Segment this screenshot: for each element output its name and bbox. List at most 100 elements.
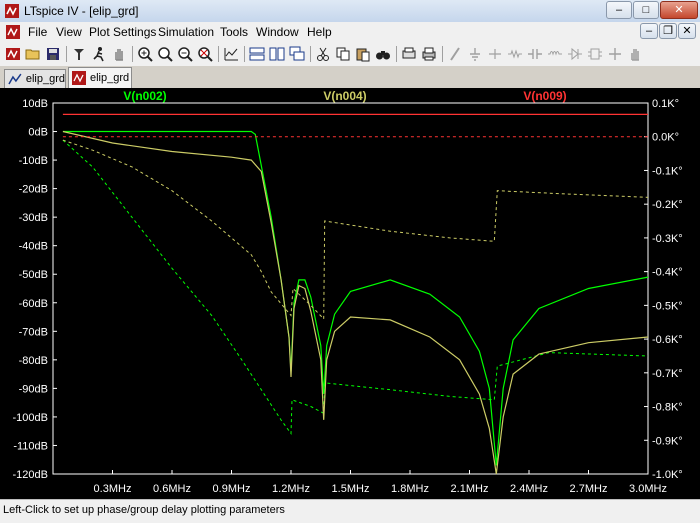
maximize-icon: □ [642, 4, 650, 16]
waveform-plot-pane[interactable]: 10dB 0dB -10dB -20dB -30dB -40dB -50dB -60dB -70… [0, 88, 700, 499]
series-phase-line [62, 139, 649, 435]
ltspice-app-icon[interactable] [5, 4, 19, 18]
component-icon [586, 45, 604, 63]
close-button[interactable]: ✕ [660, 1, 698, 19]
print-icon[interactable] [420, 45, 438, 63]
zoom-cancel-icon[interactable] [196, 45, 214, 63]
y-tick-label-right: -0.2K° [652, 199, 683, 211]
maximize-button[interactable]: □ [633, 1, 659, 19]
label-icon [486, 45, 504, 63]
doc-close-button[interactable]: ✕ [678, 23, 696, 39]
menu-window[interactable]: Window [256, 25, 299, 39]
find-icon[interactable] [374, 45, 392, 63]
halt-icon[interactable] [110, 45, 128, 63]
window-title: LTspice IV - [elip_grd] [24, 4, 139, 18]
new-schematic-icon[interactable] [4, 45, 22, 63]
legend-label[interactable]: V(n009) [523, 89, 566, 103]
print-preview-icon[interactable] [400, 45, 418, 63]
y-tick-label-right: -0.9K° [652, 435, 683, 447]
toolbar-separator [310, 46, 311, 62]
y-tick-label-left: -90dB [19, 383, 48, 395]
y-tick-label-left: -30dB [19, 212, 48, 224]
autorange-icon[interactable] [222, 45, 240, 63]
menu-help[interactable]: Help [307, 25, 332, 39]
x-tick-label: 2.4MHz [510, 483, 548, 495]
tab-label: elip_grd [90, 72, 130, 84]
y-tick-label-left: -50dB [19, 269, 48, 281]
document-tabs: elip_grd elip_grd [0, 66, 700, 88]
paste-icon[interactable] [354, 45, 372, 63]
title-bar: LTspice IV - [elip_grd] – □ ✕ [0, 0, 700, 23]
y-tick-label-left: -10dB [19, 155, 48, 167]
minimize-button[interactable]: – [606, 1, 632, 19]
save-icon[interactable] [44, 45, 62, 63]
y-tick-label-left: -20dB [19, 184, 48, 196]
zoom-out-icon[interactable] [176, 45, 194, 63]
y-tick-label-right: -0.5K° [652, 300, 683, 312]
tab-waveform[interactable]: elip_grd [68, 67, 132, 88]
capacitor-icon [526, 45, 544, 63]
inductor-icon [546, 45, 564, 63]
drag-icon [626, 45, 644, 63]
menu-tools[interactable]: Tools [220, 25, 248, 39]
tab-label: elip_grd [25, 73, 65, 85]
y-tick-label-right: -0.3K° [652, 233, 683, 245]
tab-schematic[interactable]: elip_grd [4, 69, 66, 88]
zoom-in-icon[interactable] [136, 45, 154, 63]
document-system-menu-icon[interactable] [6, 25, 20, 39]
doc-restore-button[interactable]: ❐ [659, 23, 677, 39]
wire-icon [446, 45, 464, 63]
cascade-icon[interactable] [288, 45, 306, 63]
diode-icon [566, 45, 584, 63]
y-tick-label-left: -40dB [19, 241, 48, 253]
y-tick-label-right: -0.8K° [652, 402, 683, 414]
y-tick-label-right: -1.0K° [652, 469, 683, 481]
y-tick-label-left: -120dB [13, 469, 48, 481]
y-tick-label-right: 0.1K° [652, 98, 679, 110]
minimize-icon: – [615, 4, 623, 16]
waveform-icon [72, 71, 86, 85]
toolbar-separator [244, 46, 245, 62]
copy-icon[interactable] [334, 45, 352, 63]
y-tick-label-right: -0.7K° [652, 368, 683, 380]
plot-frame [52, 102, 649, 475]
x-tick-label: 0.6MHz [153, 483, 191, 495]
cut-icon[interactable] [314, 45, 332, 63]
move-icon [606, 45, 624, 63]
bode-plot[interactable]: 10dB 0dB -10dB -20dB -30dB -40dB -50dB -60dB -70… [0, 88, 700, 499]
series-magnitude-line [62, 130, 649, 475]
tile-vertical-icon[interactable] [268, 45, 286, 63]
zoom-fit-icon[interactable] [156, 45, 174, 63]
toolbar-separator [66, 46, 67, 62]
toolbar [0, 42, 700, 67]
y-tick-label-left: -80dB [19, 355, 48, 367]
menu-simulation[interactable]: Simulation [158, 25, 214, 39]
menu-file[interactable]: File [28, 25, 47, 39]
y-tick-label-left: -70dB [19, 326, 48, 338]
y-tick-label-left: -100dB [13, 412, 48, 424]
menu-plot-settings[interactable]: Plot Settings [89, 25, 156, 39]
legend-label[interactable]: V(n002) [123, 89, 166, 103]
resistor-icon [506, 45, 524, 63]
x-tick-label: 0.9MHz [213, 483, 251, 495]
doc-minimize-button[interactable]: – [640, 23, 658, 39]
x-tick-label: 1.5MHz [332, 483, 370, 495]
x-tick-label: 2.7MHz [570, 483, 608, 495]
toolbar-separator [132, 46, 133, 62]
open-icon[interactable] [24, 45, 42, 63]
schematic-icon [8, 73, 22, 85]
x-tick-label: 2.1MHz [451, 483, 489, 495]
tile-horizontal-icon[interactable] [248, 45, 266, 63]
toolbar-separator [218, 46, 219, 62]
run-icon[interactable] [90, 45, 108, 63]
x-tick-label: 1.2MHz [272, 483, 310, 495]
legend-label[interactable]: V(n004) [323, 89, 366, 103]
close-icon: ✕ [674, 4, 684, 16]
toolbar-separator [396, 46, 397, 62]
toolbar-separator [442, 46, 443, 62]
control-panel-icon[interactable] [70, 45, 88, 63]
y-tick-label-left: 0dB [28, 127, 48, 139]
menu-bar: File View Plot Settings Simulation Tools… [0, 22, 700, 42]
x-tick-label: 3.0MHz [629, 483, 667, 495]
menu-view[interactable]: View [56, 25, 82, 39]
